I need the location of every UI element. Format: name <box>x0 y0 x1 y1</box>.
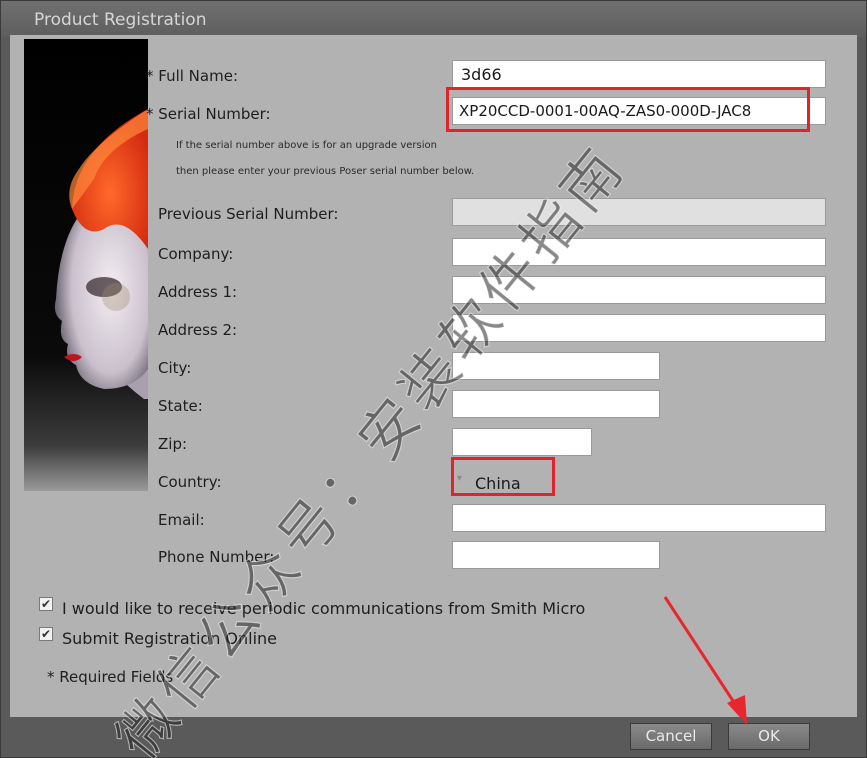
annotation-arrow <box>663 596 747 725</box>
product-registration-window: Product Registration * Full Name: 3d66 *… <box>0 0 867 758</box>
